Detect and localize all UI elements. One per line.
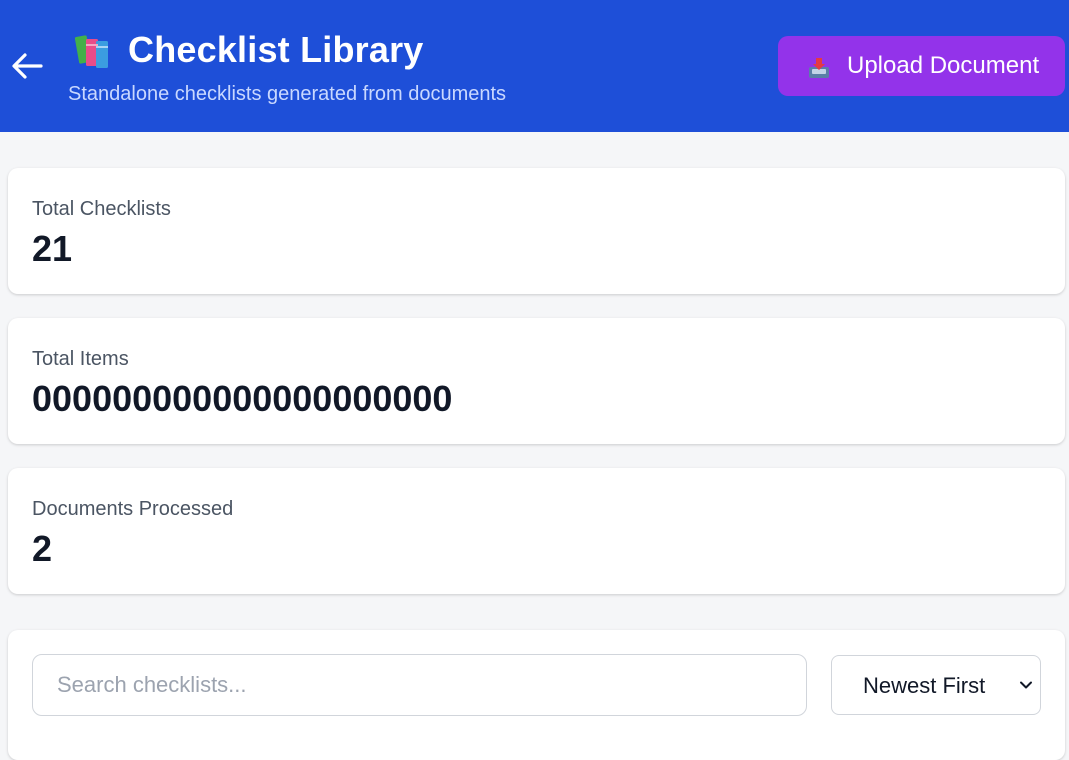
upload-button-label: Upload Document xyxy=(847,52,1040,79)
upload-document-button[interactable]: Upload Document xyxy=(778,36,1065,96)
inbox-tray-icon xyxy=(809,58,829,78)
stat-card-total-items: Total Items 000000000000000000000 xyxy=(8,318,1065,444)
page-title: Checklist Library xyxy=(128,29,424,70)
books-icon xyxy=(74,35,108,68)
back-button[interactable] xyxy=(8,48,46,84)
stat-value: 2 xyxy=(32,528,53,569)
stat-label: Total Items xyxy=(32,348,129,370)
search-input[interactable] xyxy=(32,654,807,716)
sort-select[interactable]: Newest First xyxy=(831,655,1041,715)
arrow-left-icon xyxy=(12,53,43,79)
filter-bar: Newest First xyxy=(8,630,1065,760)
sort-select-value: Newest First xyxy=(863,673,986,698)
stat-card-documents-processed: Documents Processed 2 xyxy=(8,468,1065,594)
page-subtitle: Standalone checklists generated from doc… xyxy=(68,83,507,105)
stat-label: Documents Processed xyxy=(32,498,234,520)
page-header: Checklist Library Standalone checklists … xyxy=(0,0,1069,132)
stat-card-total-checklists: Total Checklists 21 xyxy=(8,168,1065,294)
stat-label: Total Checklists xyxy=(32,198,171,220)
chevron-down-icon xyxy=(1020,681,1032,689)
stat-value: 000000000000000000000 xyxy=(32,378,453,419)
stat-value: 21 xyxy=(32,228,73,269)
